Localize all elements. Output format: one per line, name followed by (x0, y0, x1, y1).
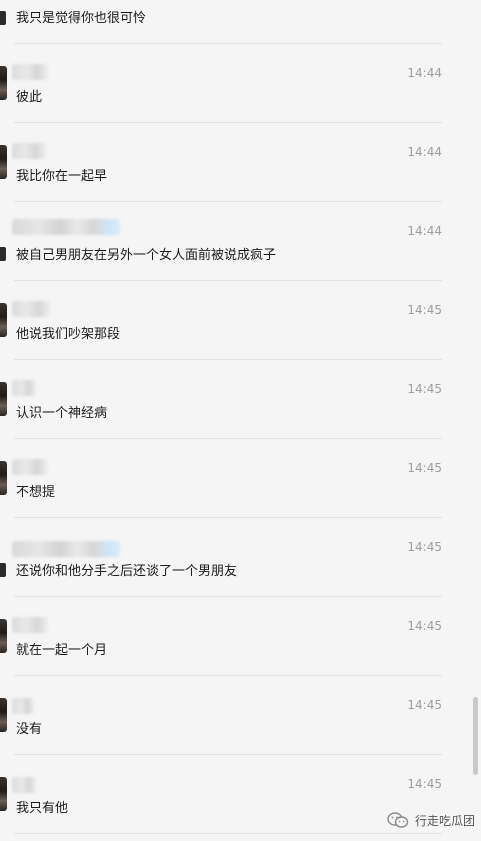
scrollbar-track[interactable] (470, 0, 481, 841)
sender-name-redacted (12, 617, 48, 633)
sender-name-redacted (12, 143, 46, 159)
sender-name-redacted (12, 64, 48, 80)
sender-name-redacted (12, 301, 50, 317)
sender-avatar[interactable] (0, 247, 6, 261)
message-timestamp: 14:44 (407, 145, 442, 159)
sender-avatar[interactable] (0, 619, 7, 653)
sender-avatar[interactable] (0, 145, 7, 179)
watermark: 行走吃瓜团 (387, 811, 475, 829)
message-text: 我比你在一起早 (16, 169, 108, 184)
sender-name-redacted (12, 541, 120, 557)
message-timestamp: 14:45 (407, 382, 442, 396)
message-timestamp: 14:45 (407, 698, 442, 712)
message-text: 认识一个神经病 (16, 406, 108, 421)
chat-history-panel: 我只是觉得你也很可怜 14:44 彼此 14:44 我比你在一起早 14:44 … (0, 0, 481, 841)
sender-avatar[interactable] (0, 777, 7, 811)
sender-avatar[interactable] (0, 66, 7, 100)
message-timestamp: 14:44 (407, 66, 442, 80)
message-text: 还说你和他分手之后还谈了一个男朋友 (16, 564, 238, 579)
message-item[interactable]: 14:45 不想提 (0, 439, 470, 518)
message-timestamp: 14:45 (407, 619, 442, 633)
message-item[interactable]: 14:44 我比你在一起早 (0, 123, 470, 202)
scrollbar-thumb[interactable] (473, 697, 478, 775)
message-text: 我只有他 (16, 801, 69, 816)
sender-name-redacted (12, 459, 48, 475)
sender-name-redacted (12, 777, 36, 793)
message-timestamp: 14:45 (407, 461, 442, 475)
message-timestamp: 14:45 (407, 777, 442, 791)
message-item[interactable]: 14:44 彼此 (0, 44, 470, 123)
message-text: 没有 (16, 722, 43, 737)
message-item[interactable]: 14:44 被自己男朋友在另外一个女人面前被说成疯子 (0, 202, 470, 281)
watermark-text: 行走吃瓜团 (414, 813, 475, 828)
sender-name-redacted (12, 219, 120, 235)
message-item[interactable]: 14:45 还说你和他分手之后还谈了一个男朋友 (0, 518, 470, 597)
sender-name-redacted (12, 698, 34, 714)
message-item[interactable]: 14:45 认识一个神经病 (0, 360, 470, 439)
wechat-official-account-icon (387, 811, 409, 829)
sender-name-redacted (12, 380, 36, 396)
sender-avatar[interactable] (0, 382, 7, 416)
message-text: 彼此 (16, 90, 43, 105)
message-item[interactable]: 我只是觉得你也很可怜 (0, 0, 470, 44)
message-item[interactable]: 14:45 就在一起一个月 (0, 597, 470, 676)
sender-avatar[interactable] (0, 461, 7, 495)
sender-avatar[interactable] (0, 698, 7, 732)
message-text: 不想提 (16, 485, 56, 500)
sender-avatar[interactable] (0, 303, 7, 337)
message-item[interactable]: 14:45 他说我们吵架那段 (0, 281, 470, 360)
sender-avatar[interactable] (0, 563, 6, 577)
message-timestamp: 14:45 (407, 540, 442, 554)
message-divider (14, 833, 442, 834)
message-text: 我只是觉得你也很可怜 (16, 11, 147, 26)
sender-avatar[interactable] (0, 11, 6, 25)
message-timestamp: 14:44 (407, 224, 442, 238)
message-text: 被自己男朋友在另外一个女人面前被说成疯子 (16, 248, 277, 263)
message-item[interactable]: 14:45 没有 (0, 676, 470, 755)
message-timestamp: 14:45 (407, 303, 442, 317)
message-text: 他说我们吵架那段 (16, 327, 121, 342)
message-text: 就在一起一个月 (16, 643, 108, 658)
